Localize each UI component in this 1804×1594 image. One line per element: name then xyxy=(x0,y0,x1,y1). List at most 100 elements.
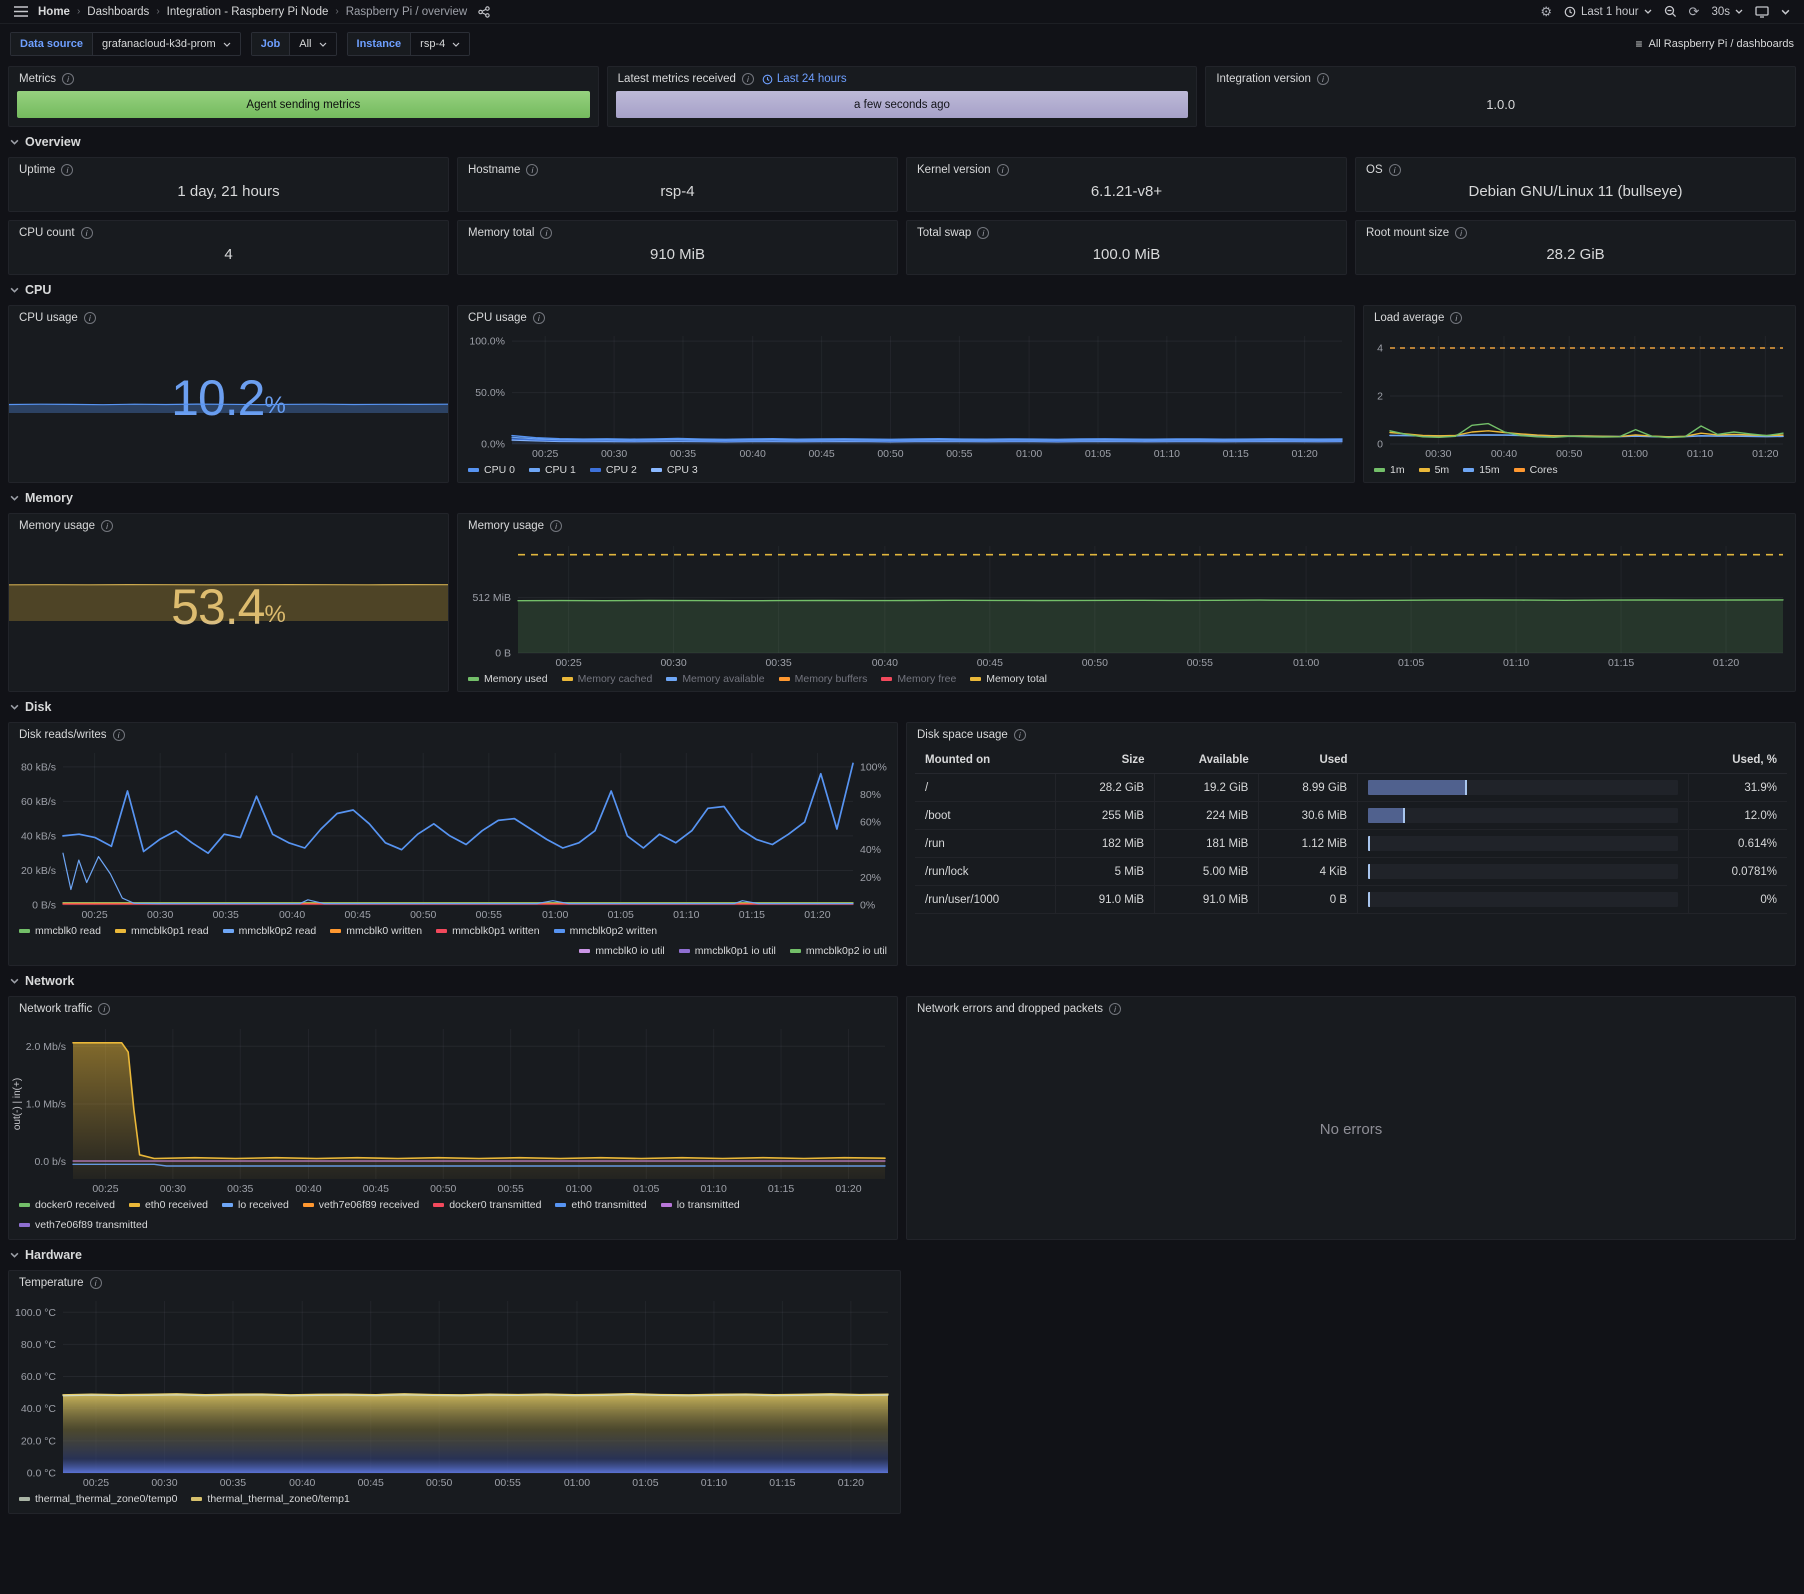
panel-header[interactable]: Disk space usage i xyxy=(907,723,1795,745)
panel-header[interactable]: Network errors and dropped packets i xyxy=(907,997,1795,1019)
legend-item[interactable]: mmcblk0 io util xyxy=(579,945,664,957)
info-icon[interactable]: i xyxy=(90,1277,102,1289)
section-header-hardware[interactable]: Hardware xyxy=(10,1248,1796,1262)
panel-header[interactable]: Kernel versioni xyxy=(907,158,1346,180)
info-icon[interactable]: i xyxy=(742,73,754,85)
time-range-picker[interactable]: Last 1 hour xyxy=(1564,6,1652,18)
cpu-usage-chart[interactable]: 00:2500:3000:3500:4000:4500:5000:5501:00… xyxy=(458,328,1354,462)
legend-item[interactable]: Memory available xyxy=(666,673,764,685)
panel-header[interactable]: Memory usage i xyxy=(9,514,448,536)
info-icon[interactable]: i xyxy=(1317,73,1329,85)
legend-item[interactable]: 15m xyxy=(1463,464,1499,476)
panel-header[interactable]: Integration version i xyxy=(1206,67,1795,89)
legend-item[interactable]: lo received xyxy=(222,1199,289,1211)
panel-header[interactable]: Metrics i xyxy=(9,67,598,89)
table-row[interactable]: /boot255 MiB224 MiB30.6 MiB12.0% xyxy=(915,802,1787,830)
job-value[interactable]: All xyxy=(289,33,335,55)
last-24-hours-link[interactable]: Last 24 hours xyxy=(762,73,847,85)
info-icon[interactable]: i xyxy=(101,520,113,532)
legend-item[interactable]: veth7e06f89 received xyxy=(303,1199,419,1211)
gear-icon[interactable]: ⚙ xyxy=(1540,4,1552,20)
panel-header[interactable]: Disk reads/writes i xyxy=(9,723,897,745)
table-row[interactable]: /run182 MiB181 MiB1.12 MiB0.614% xyxy=(915,830,1787,858)
info-icon[interactable]: i xyxy=(113,729,125,741)
column-header[interactable]: Available xyxy=(1155,747,1259,774)
refresh-interval-picker[interactable]: 30s xyxy=(1711,6,1743,18)
panel-header[interactable]: Hostnamei xyxy=(458,158,897,180)
panel-header[interactable]: Memory totali xyxy=(458,221,897,243)
breadcrumb-home[interactable]: Home xyxy=(38,6,70,18)
legend-item[interactable]: mmcblk0p2 written xyxy=(554,925,658,937)
panel-header[interactable]: Root mount sizei xyxy=(1356,221,1795,243)
info-icon[interactable]: i xyxy=(533,312,545,324)
legend-item[interactable]: veth7e06f89 transmitted xyxy=(19,1219,148,1231)
hamburger-menu-icon[interactable] xyxy=(14,6,28,17)
info-icon[interactable]: i xyxy=(1109,1003,1121,1015)
memory-usage-sparkline[interactable] xyxy=(9,536,448,621)
panel-header[interactable]: Total swapi xyxy=(907,221,1346,243)
info-icon[interactable]: i xyxy=(98,1003,110,1015)
table-row[interactable]: /run/lock5 MiB5.00 MiB4 KiB0.0781% xyxy=(915,858,1787,886)
panel-header[interactable]: Uptimei xyxy=(9,158,448,180)
zoom-out-icon[interactable] xyxy=(1664,5,1677,18)
panel-header[interactable]: Load average i xyxy=(1364,306,1795,328)
section-header-memory[interactable]: Memory xyxy=(10,491,1796,505)
datasource-value[interactable]: grafanacloud-k3d-prom xyxy=(92,33,240,55)
legend-item[interactable]: thermal_thermal_zone0/temp1 xyxy=(191,1493,349,1505)
instance-value[interactable]: rsp-4 xyxy=(410,33,469,55)
legend-item[interactable]: 1m xyxy=(1374,464,1405,476)
table-row[interactable]: /run/user/100091.0 MiB91.0 MiB0 B0% xyxy=(915,886,1787,914)
column-header[interactable]: Mounted on xyxy=(915,747,1056,774)
share-icon[interactable] xyxy=(478,6,490,18)
info-icon[interactable]: i xyxy=(997,164,1009,176)
legend-item[interactable]: eth0 transmitted xyxy=(555,1199,646,1211)
legend-item[interactable]: docker0 transmitted xyxy=(433,1199,541,1211)
breadcrumb-folder[interactable]: Integration - Raspberry Pi Node xyxy=(167,6,329,18)
temperature-chart[interactable]: 00:2500:3000:3500:4000:4500:5000:5501:00… xyxy=(9,1293,900,1491)
refresh-icon[interactable]: ⟳ xyxy=(1689,4,1700,20)
legend-item[interactable]: mmcblk0 read xyxy=(19,925,101,937)
load-average-chart[interactable]: 00:3000:4000:5001:0001:1001:20420 xyxy=(1364,328,1795,462)
panel-header[interactable]: CPU usage i xyxy=(9,306,448,328)
info-icon[interactable]: i xyxy=(61,164,73,176)
legend-item[interactable]: CPU 1 xyxy=(529,464,576,476)
section-header-overview[interactable]: Overview xyxy=(10,135,1796,149)
legend-item[interactable]: Memory cached xyxy=(562,673,653,685)
panel-header[interactable]: Latest metrics received i Last 24 hours xyxy=(608,67,1197,89)
column-header[interactable]: Size xyxy=(1056,747,1155,774)
panel-header[interactable]: CPU counti xyxy=(9,221,448,243)
legend-item[interactable]: Cores xyxy=(1514,464,1558,476)
legend-item[interactable]: mmcblk0p2 read xyxy=(223,925,317,937)
info-icon[interactable]: i xyxy=(550,520,562,532)
legend-item[interactable]: mmcblk0p1 written xyxy=(436,925,540,937)
section-header-cpu[interactable]: CPU xyxy=(10,283,1796,297)
cpu-usage-sparkline[interactable] xyxy=(9,328,448,413)
legend-item[interactable]: lo transmitted xyxy=(661,1199,740,1211)
info-icon[interactable]: i xyxy=(1455,227,1467,239)
legend-item[interactable]: thermal_thermal_zone0/temp0 xyxy=(19,1493,177,1505)
section-header-network[interactable]: Network xyxy=(10,974,1796,988)
info-icon[interactable]: i xyxy=(81,227,93,239)
legend-item[interactable]: mmcblk0p2 io util xyxy=(790,945,887,957)
legend-item[interactable]: CPU 3 xyxy=(651,464,698,476)
legend-item[interactable]: 5m xyxy=(1419,464,1450,476)
panel-header[interactable]: OSi xyxy=(1356,158,1795,180)
column-header[interactable]: Used, % xyxy=(1689,747,1787,774)
legend-item[interactable]: mmcblk0p1 io util xyxy=(679,945,776,957)
legend-item[interactable]: mmcblk0p1 read xyxy=(115,925,209,937)
panel-header[interactable]: Memory usage i xyxy=(458,514,1795,536)
legend-item[interactable]: CPU 0 xyxy=(468,464,515,476)
panel-header[interactable]: Network traffic i xyxy=(9,997,897,1019)
panel-header[interactable]: CPU usage i xyxy=(458,306,1354,328)
info-icon[interactable]: i xyxy=(540,227,552,239)
chevron-down-icon[interactable] xyxy=(1781,9,1790,15)
info-icon[interactable]: i xyxy=(62,73,74,85)
info-icon[interactable]: i xyxy=(1389,164,1401,176)
info-icon[interactable]: i xyxy=(1014,729,1026,741)
column-header[interactable]: Used xyxy=(1259,747,1358,774)
legend-item[interactable]: mmcblk0 written xyxy=(330,925,422,937)
legend-item[interactable]: Memory buffers xyxy=(779,673,868,685)
memory-usage-chart[interactable]: 00:2500:3000:3500:4000:4500:5000:5501:00… xyxy=(458,536,1795,671)
disk-reads-writes-chart[interactable]: 00:2500:3000:3500:4000:4500:5000:5501:00… xyxy=(9,745,897,923)
breadcrumb-dashboards[interactable]: Dashboards xyxy=(87,6,149,18)
